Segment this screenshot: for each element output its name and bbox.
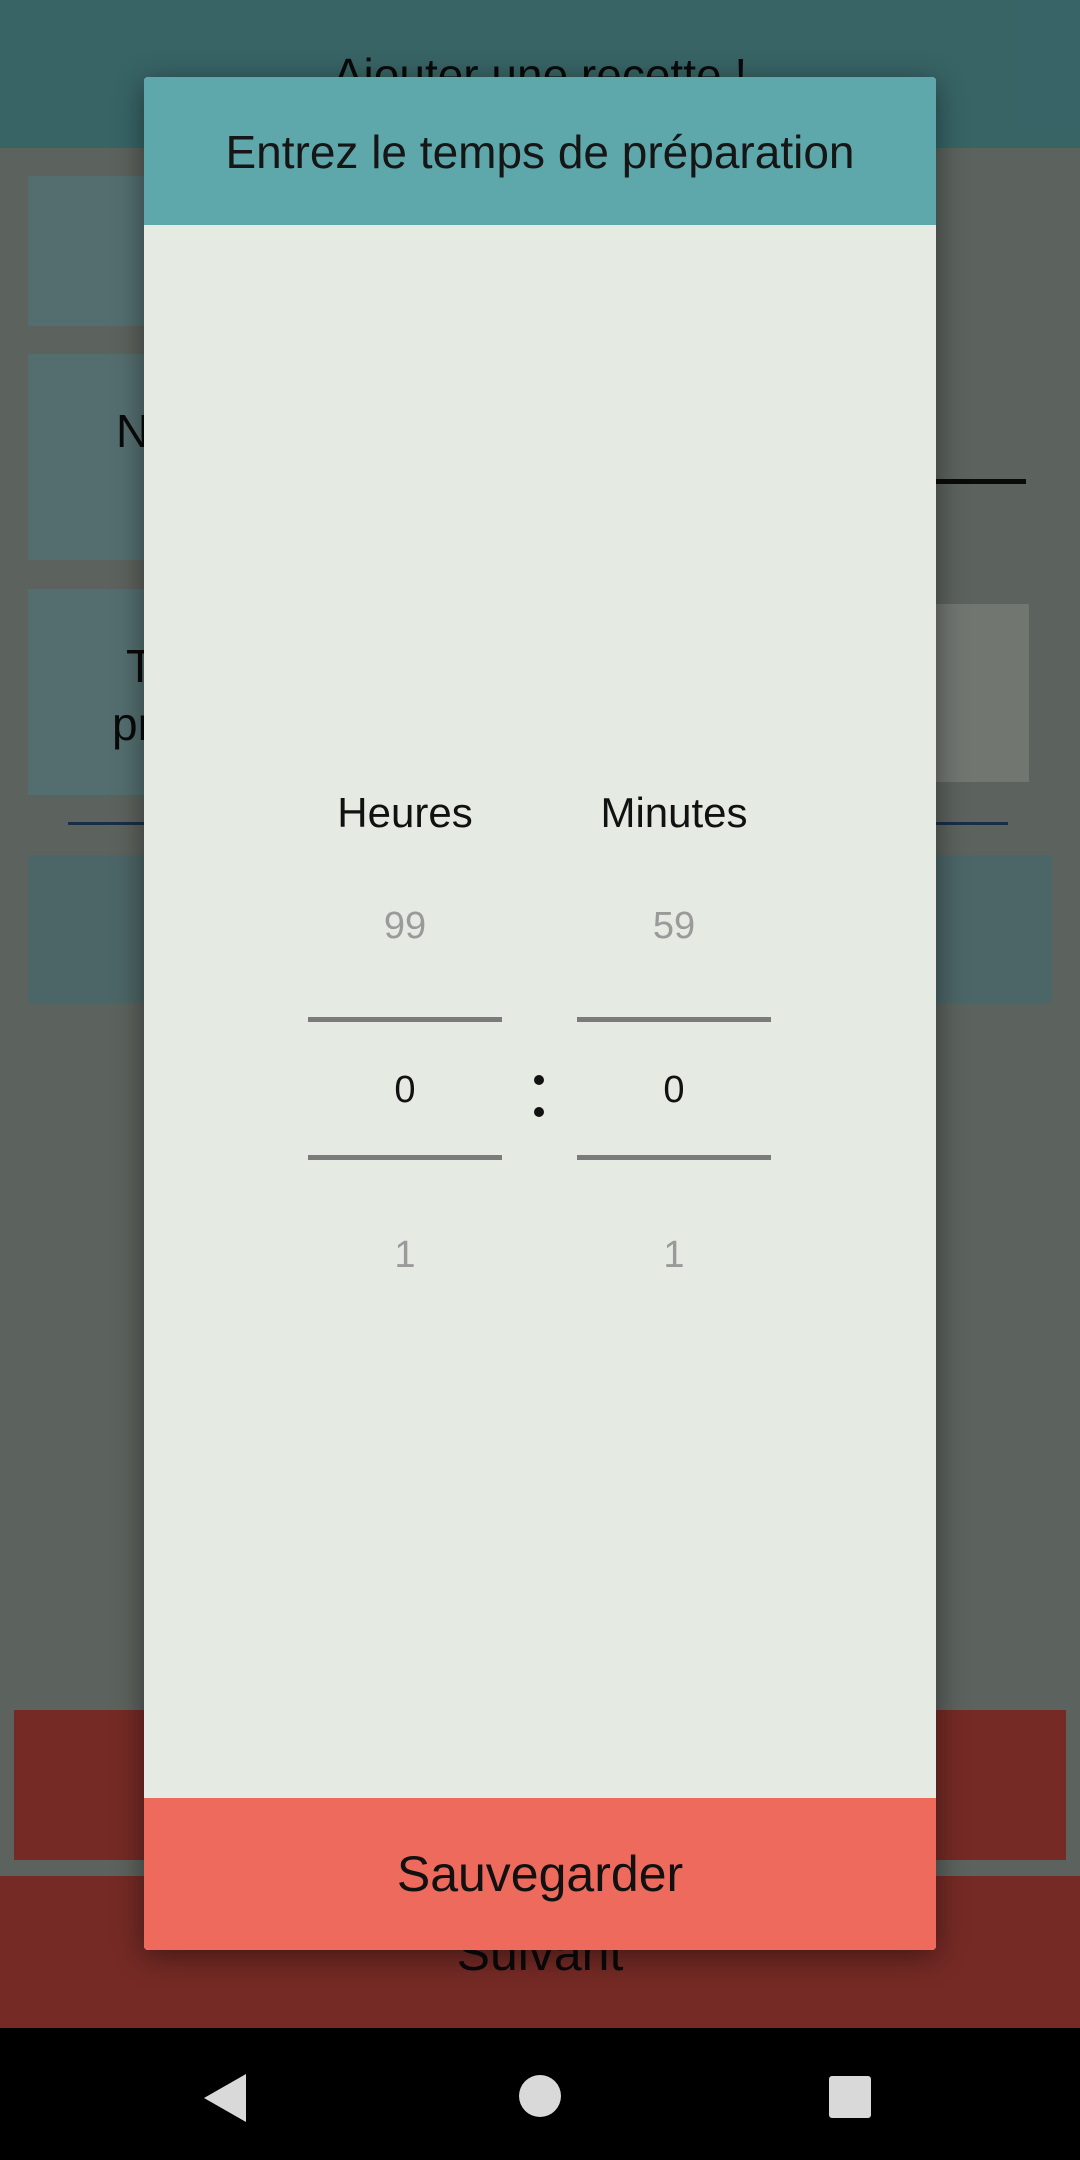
hours-divider-bottom xyxy=(308,1155,502,1160)
minutes-selected-value[interactable]: 0 xyxy=(577,1069,771,1112)
save-button[interactable]: Sauvegarder xyxy=(144,1798,936,1950)
home-icon[interactable] xyxy=(518,2074,562,2118)
minutes-prev-value[interactable]: 59 xyxy=(577,905,771,948)
hours-divider-top xyxy=(308,1017,502,1022)
separator-dot-top xyxy=(534,1075,544,1085)
minutes-label: Minutes xyxy=(600,789,748,836)
minutes-divider-bottom xyxy=(577,1155,771,1160)
hours-picker[interactable]: 99 0 1 xyxy=(308,867,502,1327)
hours-label: Heures xyxy=(337,789,473,836)
minutes-divider-top xyxy=(577,1017,771,1022)
back-icon[interactable] xyxy=(202,2072,248,2124)
minutes-picker[interactable]: 59 0 1 xyxy=(577,867,771,1327)
separator-dot-bottom xyxy=(534,1107,544,1117)
dialog-title: Entrez le temps de préparation xyxy=(225,126,855,178)
time-separator xyxy=(534,1075,544,1119)
hours-prev-value[interactable]: 99 xyxy=(308,905,502,948)
prep-time-dialog: Entrez le temps de préparation Heures 99… xyxy=(144,77,936,1950)
recents-icon[interactable] xyxy=(829,2076,871,2118)
minutes-next-value[interactable]: 1 xyxy=(577,1234,771,1277)
hours-next-value[interactable]: 1 xyxy=(308,1234,502,1277)
hours-selected-value[interactable]: 0 xyxy=(308,1069,502,1112)
navigation-bar xyxy=(0,2028,1080,2160)
